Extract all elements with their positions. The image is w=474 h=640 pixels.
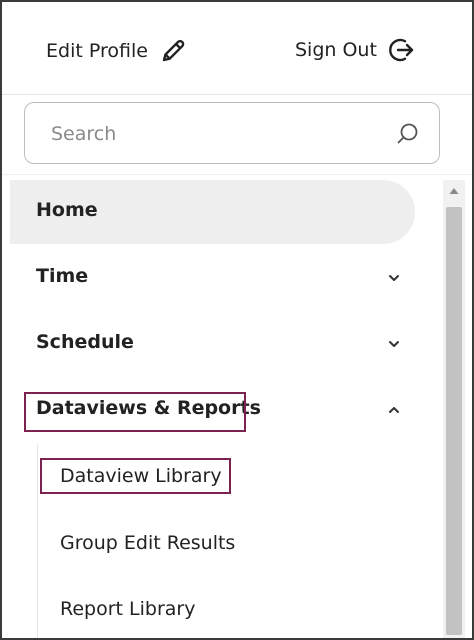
search-icon[interactable] — [395, 121, 421, 147]
edit-profile-label: Edit Profile — [46, 40, 148, 62]
nav-item-label: Home — [36, 199, 98, 221]
sign-out-icon — [388, 38, 414, 62]
chevron-down-icon — [389, 275, 399, 281]
dataview-library-highlight — [40, 458, 231, 494]
search-divider — [2, 174, 472, 175]
sign-out-button[interactable]: Sign Out — [295, 36, 415, 64]
dataviews-reports-highlight — [24, 392, 246, 432]
scroll-up-arrow-icon — [449, 188, 459, 194]
nav-item-home[interactable]: Home — [10, 180, 415, 244]
nav-item-label: Time — [36, 265, 89, 287]
sign-out-label: Sign Out — [295, 39, 377, 61]
chevron-up-icon — [389, 407, 399, 413]
scrollbar-thumb[interactable] — [446, 207, 462, 635]
chevron-down-icon — [389, 341, 399, 347]
scroll-up-button[interactable] — [443, 180, 465, 204]
navigation-panel: Edit Profile Sign Out Home — [0, 0, 474, 640]
nav-item-schedule[interactable]: Schedule — [2, 312, 442, 376]
search-box — [24, 102, 440, 164]
nav-item-label: Schedule — [36, 331, 134, 353]
subitem-label: Report Library — [60, 598, 196, 620]
subitem-group-edit-results[interactable]: Group Edit Results — [42, 517, 412, 569]
search-input[interactable] — [49, 119, 383, 149]
nav-item-time[interactable]: Time — [2, 246, 442, 310]
top-bar: Edit Profile Sign Out — [2, 2, 472, 94]
subitem-report-library[interactable]: Report Library — [42, 583, 412, 635]
header-divider — [2, 94, 472, 95]
scrollbar[interactable] — [443, 180, 465, 638]
submenu-guide-line — [37, 444, 38, 638]
pencil-icon — [162, 39, 185, 62]
edit-profile-button[interactable]: Edit Profile — [46, 36, 188, 66]
subitem-label: Group Edit Results — [60, 532, 236, 554]
